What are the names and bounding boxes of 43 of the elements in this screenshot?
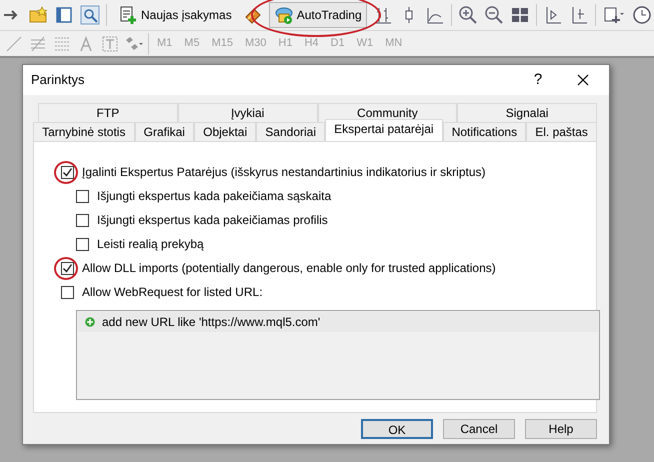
plus-circle-icon [84,316,96,328]
checkbox-label: Allow WebRequest for listed URL: [82,284,263,301]
url-list-item[interactable]: add new URL like 'https://www.mql5.com' [78,312,598,332]
dialog-button[interactable]: Help [525,419,597,439]
checkbox[interactable] [76,238,89,250]
autotrading-button[interactable]: AutoTrading [268,2,367,28]
tab[interactable]: Signalai [457,103,597,122]
checkbox-label: Įgalinti Ekspertus Patarėjus (išskyrus nestandartinius indikatorius ir skriptus) [82,164,486,181]
checkbox-label: Išjungti ekspertus kada pakeičiamas profilis [97,212,328,229]
dialog-title: Parinktys [31,71,84,90]
tab[interactable]: Notifications [442,122,526,141]
tab[interactable]: Sandoriai [256,122,326,141]
checkbox[interactable] [61,286,74,298]
line-chart-icon[interactable] [424,5,445,25]
robot-play-icon [274,5,294,25]
url-list-text: add new URL like 'https://www.mql5.com' [102,314,320,331]
checkbox-label: Leisti realią prekybą [97,236,204,253]
zoom-in-icon[interactable] [458,5,478,25]
tab[interactable]: Grafikai [134,122,194,141]
tab[interactable]: Tarnybinė stotis [33,122,135,141]
dialog-button[interactable]: Cancel [443,419,515,439]
zoom-out-icon[interactable] [484,5,504,25]
tab[interactable]: Objektai [194,122,256,141]
document-plus-icon [118,5,138,25]
tab[interactable]: Įvykiai [178,103,318,122]
magnifier-chart-icon[interactable] [80,5,100,25]
tab[interactable]: FTP [38,103,178,122]
folder-star-icon[interactable] [28,5,48,25]
dialog-button[interactable]: OK [361,419,433,439]
template-icon[interactable] [602,5,626,25]
tab[interactable]: Ekspertai patarėjai [325,119,443,141]
new-order-button[interactable]: Naujas įsakymas [113,2,237,28]
checkbox[interactable] [61,262,74,274]
checkbox[interactable] [61,166,74,178]
clock-icon[interactable] [632,5,652,25]
window-icon[interactable] [54,5,74,25]
tab[interactable]: El. paštas [526,122,598,141]
checkbox-label: Išjungti ekspertus kada pakeičiama sąskaita [97,188,332,205]
checkbox[interactable] [76,190,89,202]
help-button[interactable]: ? [515,68,561,92]
checkbox[interactable] [76,214,89,226]
checkbox-label: Allow DLL imports (potentially dangerous, enable only for trusted applications) [82,260,496,277]
tile-windows-icon[interactable] [510,5,530,25]
